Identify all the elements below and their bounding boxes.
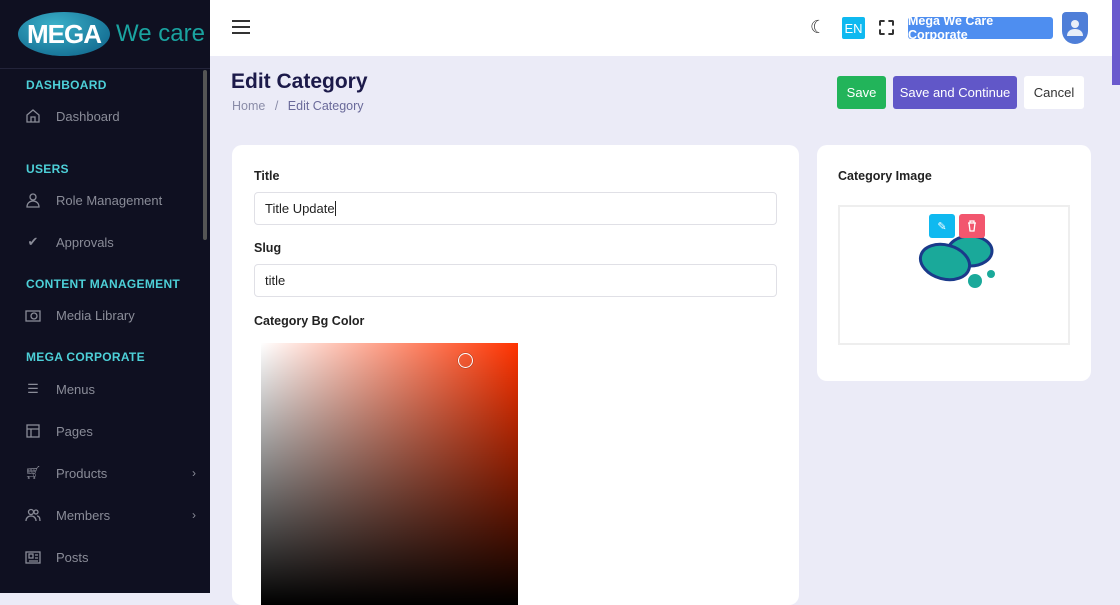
breadcrumb: Home / Edit Category — [232, 99, 364, 113]
sidebar-item-products[interactable]: 🛒︎ Products › — [24, 464, 196, 482]
title-label: Title — [254, 169, 280, 183]
chevron-right-icon: › — [192, 466, 196, 480]
breadcrumb-current: Edit Category — [287, 99, 364, 113]
breadcrumb-home[interactable]: Home — [232, 99, 265, 113]
cancel-button[interactable]: Cancel — [1024, 76, 1084, 109]
logo-mark: MEGA — [18, 12, 110, 56]
check-icon: ✔ — [27, 234, 39, 249]
cart-icon: 🛒︎ — [24, 465, 42, 480]
camera-icon — [24, 306, 42, 324]
fullscreen-icon[interactable] — [879, 20, 894, 35]
logo-text: We care — [116, 20, 205, 47]
sidebar-item-menus[interactable]: ☰ Menus — [24, 380, 196, 398]
logo[interactable]: MEGA We care — [0, 0, 210, 69]
slug-label: Slug — [254, 241, 282, 255]
sidebar-item-media-library[interactable]: Media Library — [24, 306, 196, 324]
section-content-management: CONTENT MANAGEMENT — [26, 277, 181, 291]
menu-icon: ☰ — [27, 381, 39, 396]
sidebar: MEGA We care DASHBOARD Dashboard USERS R… — [0, 0, 210, 593]
save-button[interactable]: Save — [837, 76, 886, 109]
avatar[interactable] — [1062, 12, 1088, 44]
sidebar-item-pages[interactable]: Pages — [24, 422, 196, 440]
category-image-preview: ✎ — [838, 205, 1070, 345]
home-icon — [24, 107, 42, 125]
color-label: Category Bg Color — [254, 314, 365, 328]
sidebar-item-approvals[interactable]: ✔ Approvals — [24, 233, 196, 251]
newspaper-icon — [24, 548, 42, 566]
delete-image-button[interactable] — [959, 214, 985, 238]
user-icon — [24, 191, 42, 209]
sidebar-item-dashboard[interactable]: Dashboard — [24, 107, 196, 125]
section-dashboard: DASHBOARD — [26, 78, 107, 92]
slug-input[interactable]: title — [254, 264, 777, 297]
category-form-card: Title Title Update Slug title Category B… — [232, 145, 799, 605]
language-button[interactable]: EN — [842, 17, 865, 39]
edit-image-button[interactable]: ✎ — [929, 214, 955, 238]
chevron-right-icon: › — [192, 508, 196, 522]
top-header: ☾ EN Mega We Care Corporate — [210, 0, 1112, 56]
title-input[interactable]: Title Update — [254, 192, 777, 225]
color-saturation-picker[interactable] — [261, 343, 518, 605]
section-users: USERS — [26, 162, 69, 176]
hamburger-menu-icon[interactable] — [232, 20, 250, 34]
section-mega-corporate: MEGA CORPORATE — [26, 350, 145, 364]
account-badge[interactable]: Mega We Care Corporate — [908, 14, 1053, 42]
sidebar-item-role-management[interactable]: Role Management — [24, 191, 196, 209]
sidebar-item-members[interactable]: Members › — [24, 506, 196, 524]
trash-icon — [968, 220, 976, 232]
save-and-continue-button[interactable]: Save and Continue — [893, 76, 1017, 109]
category-image-label: Category Image — [838, 169, 932, 183]
page-title: Edit Category — [231, 70, 368, 93]
pencil-icon: ✎ — [937, 220, 947, 233]
color-picker-handle[interactable] — [458, 353, 473, 368]
layout-icon — [24, 422, 42, 440]
page-scrollbar[interactable] — [1112, 0, 1120, 593]
sidebar-scrollbar[interactable] — [203, 70, 207, 240]
dark-mode-moon-icon[interactable]: ☾ — [810, 17, 826, 38]
category-image-card: Category Image ✎ — [817, 145, 1091, 381]
sidebar-item-posts[interactable]: Posts — [24, 548, 196, 566]
users-icon — [24, 506, 42, 524]
